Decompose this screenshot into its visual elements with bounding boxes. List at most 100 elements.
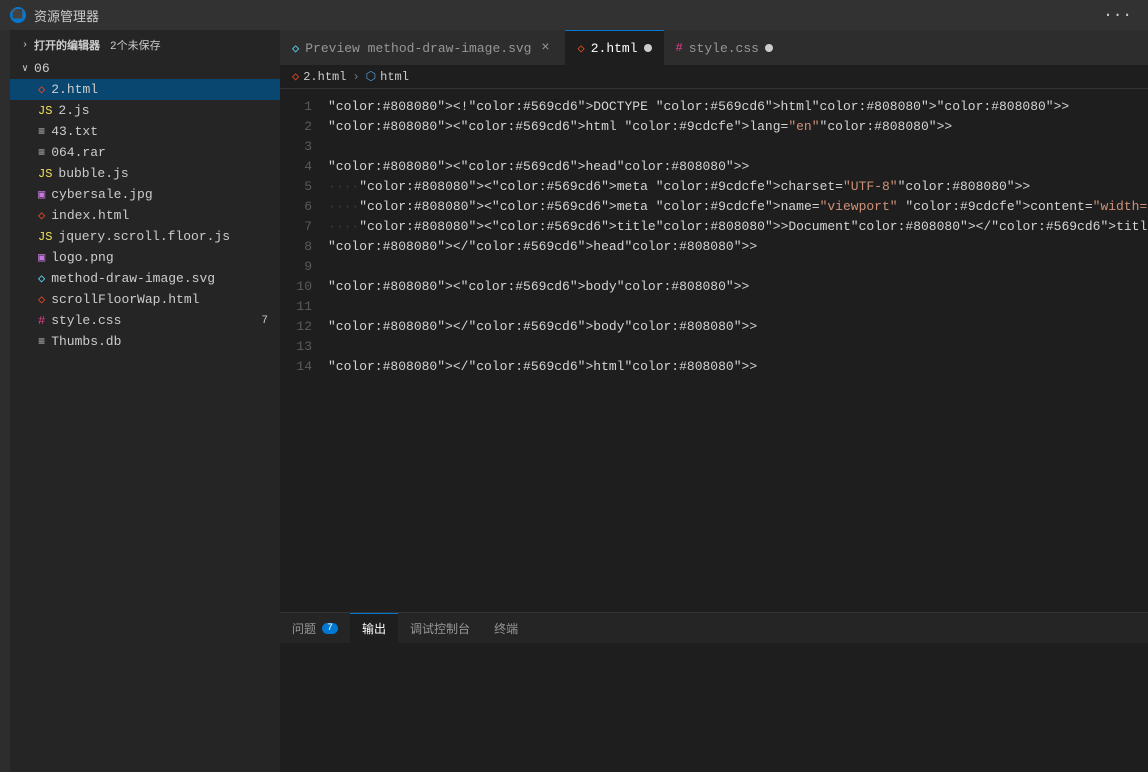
tab-bar: ◇ Preview method-draw-image.svg × ◇2.html#s… bbox=[280, 30, 1148, 65]
html-file-icon: ◇ bbox=[38, 82, 45, 97]
file-item-2js[interactable]: JS 2.js bbox=[10, 100, 280, 121]
code-line-10: 10"color:#808080"><"color:#569cd6">body"… bbox=[280, 277, 1148, 297]
code-line-7: 7····"color:#808080"><"color:#569cd6">ti… bbox=[280, 217, 1148, 237]
open-editors-label: 打开的编辑器 bbox=[34, 37, 100, 53]
code-line-3: 3 bbox=[280, 137, 1148, 157]
activity-bar bbox=[0, 30, 10, 772]
code-line-14: 14"color:#808080"></"color:#569cd6">html… bbox=[280, 357, 1148, 377]
file-item-thumbsdb[interactable]: ≡Thumbs.db bbox=[10, 331, 280, 352]
breadcrumb-tag: ⬡ html bbox=[366, 69, 409, 84]
file-item-logopng[interactable]: ▣logo.png bbox=[10, 247, 280, 268]
panel-tab-label-problems: 问题 bbox=[292, 620, 316, 637]
panel-tab-problems[interactable]: 问题 7 bbox=[280, 613, 350, 643]
file-name-bubblejs: bubble.js bbox=[58, 166, 128, 181]
file-item-scrollfloor[interactable]: ◇scrollFloorWap.html bbox=[10, 289, 280, 310]
file-name-43txt: 43.txt bbox=[51, 124, 98, 139]
file-item-cybersalejpg[interactable]: ▣cybersale.jpg bbox=[10, 184, 280, 205]
line-number-12: 12 bbox=[280, 317, 328, 337]
open-editors-header[interactable]: › 打开的编辑器 2个未保存 bbox=[10, 34, 280, 56]
breadcrumb: ◇ 2.html › ⬡ html bbox=[280, 65, 1148, 89]
db-file-icon: ≡ bbox=[38, 335, 45, 349]
bottom-panel: 问题 7 输出 调试控制台 终端 bbox=[280, 612, 1148, 772]
breadcrumb-separator: › bbox=[352, 70, 359, 84]
file-name-stylecss: style.css bbox=[51, 313, 121, 328]
file-list: ◇2.htmlJS2.js≡43.txt≡064.rarJSbubble.js▣… bbox=[10, 79, 280, 772]
js-file-icon: JS bbox=[38, 167, 52, 181]
title-bar-actions: ··· bbox=[1097, 4, 1138, 26]
code-line-13: 13 bbox=[280, 337, 1148, 357]
code-line-9: 9 bbox=[280, 257, 1148, 277]
line-content-14[interactable]: "color:#808080"></"color:#569cd6">html"c… bbox=[328, 357, 757, 377]
line-content-2[interactable]: "color:#808080"><"color:#569cd6">html "c… bbox=[328, 117, 952, 137]
line-content-5[interactable]: ····"color:#808080"><"color:#569cd6">met… bbox=[328, 177, 1030, 197]
line-content-6[interactable]: ····"color:#808080"><"color:#569cd6">met… bbox=[328, 197, 1148, 217]
js-file-icon: JS bbox=[38, 104, 52, 118]
file-item-2html[interactable]: ◇ 2.html bbox=[10, 79, 280, 100]
panel-tab-debug[interactable]: 调试控制台 bbox=[398, 613, 482, 643]
line-content-9[interactable] bbox=[328, 257, 336, 277]
line-content-13[interactable] bbox=[328, 337, 336, 357]
file-name-indexhtml: index.html bbox=[51, 208, 129, 223]
more-options-icon[interactable]: ··· bbox=[1097, 4, 1138, 26]
line-content-11[interactable] bbox=[328, 297, 336, 317]
file-item-indexhtml[interactable]: ◇index.html bbox=[10, 205, 280, 226]
line-content-3[interactable] bbox=[328, 137, 336, 157]
line-number-9: 9 bbox=[280, 257, 328, 277]
open-editors-section: › 打开的编辑器 2个未保存 bbox=[10, 30, 280, 58]
tab-close-btn-preview[interactable]: × bbox=[537, 40, 553, 56]
sidebar-title-text: 资源管理器 bbox=[34, 6, 99, 25]
panel-tab-output[interactable]: 输出 bbox=[350, 613, 398, 643]
file-item-stylecss[interactable]: # style.css 7 bbox=[10, 310, 280, 331]
line-number-3: 3 bbox=[280, 137, 328, 157]
tab-icon-2html: ◇ bbox=[577, 41, 584, 56]
tab-preview[interactable]: ◇Preview method-draw-image.svg× bbox=[280, 30, 565, 65]
main-layout: › 打开的编辑器 2个未保存 ∨ 06 ◇2.htmlJS2.js≡43.txt… bbox=[0, 30, 1148, 772]
file-item-methoddraw[interactable]: ◇method-draw-image.svg bbox=[10, 268, 280, 289]
css-file-icon: # bbox=[38, 314, 45, 328]
code-line-1: 1"color:#808080"><!"color:#569cd6">DOCTY… bbox=[280, 97, 1148, 117]
rar-file-icon: ≡ bbox=[38, 146, 45, 160]
file-item-jqueryfloor[interactable]: JSjquery.scroll.floor.js bbox=[10, 226, 280, 247]
file-badge-stylecss: 7 bbox=[261, 315, 268, 327]
activity-icon: ⬛ bbox=[10, 7, 26, 23]
breadcrumb-tag-icon: ⬡ bbox=[366, 69, 376, 84]
tab-label-preview: Preview method-draw-image.svg bbox=[305, 41, 531, 56]
file-name-cybersalejpg: cybersale.jpg bbox=[51, 187, 152, 202]
breadcrumb-file: ◇ 2.html bbox=[292, 69, 346, 84]
code-line-11: 11 bbox=[280, 297, 1148, 317]
file-name-2html: 2.html bbox=[51, 82, 98, 97]
line-content-1[interactable]: "color:#808080"><!"color:#569cd6">DOCTYP… bbox=[328, 97, 1069, 117]
line-number-13: 13 bbox=[280, 337, 328, 357]
tab-stylecss[interactable]: #style.css bbox=[664, 30, 785, 65]
folder-item-06[interactable]: ∨ 06 bbox=[10, 58, 280, 79]
file-name-2js: 2.js bbox=[58, 103, 89, 118]
panel-tab-label-terminal: 终端 bbox=[494, 620, 518, 637]
tab-2html[interactable]: ◇2.html bbox=[565, 30, 663, 65]
file-item-43txt[interactable]: ≡43.txt bbox=[10, 121, 280, 142]
unsaved-badge: 2个未保存 bbox=[110, 37, 161, 53]
line-content-7[interactable]: ····"color:#808080"><"color:#569cd6">tit… bbox=[328, 217, 1148, 237]
tab-icon-stylecss: # bbox=[676, 41, 683, 55]
line-number-5: 5 bbox=[280, 177, 328, 197]
file-name-jqueryfloor: jquery.scroll.floor.js bbox=[58, 229, 230, 244]
panel-tab-bar: 问题 7 输出 调试控制台 终端 bbox=[280, 613, 1148, 643]
panel-tab-terminal[interactable]: 终端 bbox=[482, 613, 530, 643]
sidebar: › 打开的编辑器 2个未保存 ∨ 06 ◇2.htmlJS2.js≡43.txt… bbox=[10, 30, 280, 772]
file-item-bubblejs[interactable]: JS bubble.js bbox=[10, 163, 280, 184]
code-editor[interactable]: 1"color:#808080"><!"color:#569cd6">DOCTY… bbox=[280, 89, 1148, 612]
line-content-10[interactable]: "color:#808080"><"color:#569cd6">body"co… bbox=[328, 277, 749, 297]
panel-tab-label-output: 输出 bbox=[362, 620, 386, 637]
svg-file-icon: ◇ bbox=[38, 271, 45, 286]
panel-tab-label-debug: 调试控制台 bbox=[410, 620, 470, 637]
folder-chevron-icon: ∨ bbox=[22, 63, 28, 75]
tab-unsaved-dot-2html bbox=[644, 44, 652, 52]
file-name-logopng: logo.png bbox=[51, 250, 113, 265]
file-item-064rar[interactable]: ≡064.rar bbox=[10, 142, 280, 163]
line-content-12[interactable]: "color:#808080"></"color:#569cd6">body"c… bbox=[328, 317, 757, 337]
editor-area: ◇ Preview method-draw-image.svg × ◇2.html#s… bbox=[280, 30, 1148, 772]
panel-tab-badge-problems: 7 bbox=[322, 623, 338, 634]
line-content-4[interactable]: "color:#808080"><"color:#569cd6">head"co… bbox=[328, 157, 749, 177]
tab-unsaved-dot-stylecss bbox=[765, 44, 773, 52]
line-content-8[interactable]: "color:#808080"></"color:#569cd6">head"c… bbox=[328, 237, 757, 257]
code-line-6: 6····"color:#808080"><"color:#569cd6">me… bbox=[280, 197, 1148, 217]
